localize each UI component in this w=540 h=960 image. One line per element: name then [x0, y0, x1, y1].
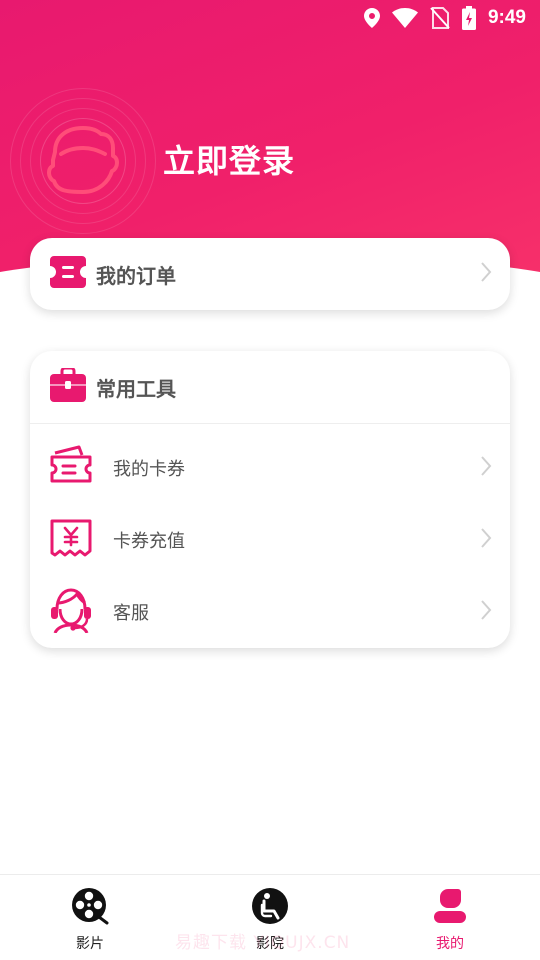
- tool-item-label: 卡券充值: [113, 531, 185, 552]
- divider: [30, 423, 510, 424]
- no-sim-icon: [430, 7, 450, 29]
- avatar[interactable]: [10, 88, 156, 234]
- coupon-icon: [49, 445, 93, 491]
- user-face-icon: [41, 118, 125, 206]
- film-reel-icon: [40, 887, 140, 929]
- tool-item-coupon-recharge[interactable]: 卡券充值: [30, 504, 510, 576]
- login-button[interactable]: 立即登录: [163, 136, 295, 182]
- status-bar: 9:49: [0, 0, 540, 36]
- status-time: 9:49: [487, 7, 526, 28]
- chevron-right-icon: [480, 455, 492, 481]
- tool-item-label: 我的卡券: [113, 459, 185, 480]
- cinema-seat-icon: [220, 887, 320, 929]
- common-tools-card: 常用工具 我的卡券 卡券充值 客服: [30, 351, 510, 648]
- tools-title: 常用工具: [96, 376, 176, 401]
- tool-item-customer-service[interactable]: 客服: [30, 576, 510, 648]
- battery-charging-icon: [461, 6, 476, 30]
- tools-header: 常用工具: [30, 351, 510, 423]
- location-icon: [363, 8, 380, 28]
- chevron-right-icon: [480, 599, 492, 625]
- tool-item-my-coupons[interactable]: 我的卡券: [30, 432, 510, 504]
- my-orders-card[interactable]: 我的订单: [30, 238, 510, 310]
- profile-icon: [400, 887, 500, 929]
- my-orders-label: 我的订单: [96, 263, 176, 288]
- watermark: 易趣下载 YIQUJX.CN: [175, 933, 351, 953]
- nav-label: 我的: [436, 936, 464, 952]
- ticket-icon: [50, 256, 86, 292]
- nav-label: 影片: [76, 936, 104, 952]
- wifi-icon: [391, 8, 418, 28]
- chevron-right-icon: [480, 527, 492, 553]
- tool-item-label: 客服: [113, 603, 149, 624]
- customer-service-icon: [49, 587, 93, 637]
- chevron-right-icon: [480, 261, 492, 287]
- toolbox-icon: [50, 366, 86, 406]
- nav-tab-movies[interactable]: 影片: [40, 887, 140, 953]
- recharge-icon: [49, 518, 93, 562]
- nav-tab-mine[interactable]: 我的: [400, 887, 500, 953]
